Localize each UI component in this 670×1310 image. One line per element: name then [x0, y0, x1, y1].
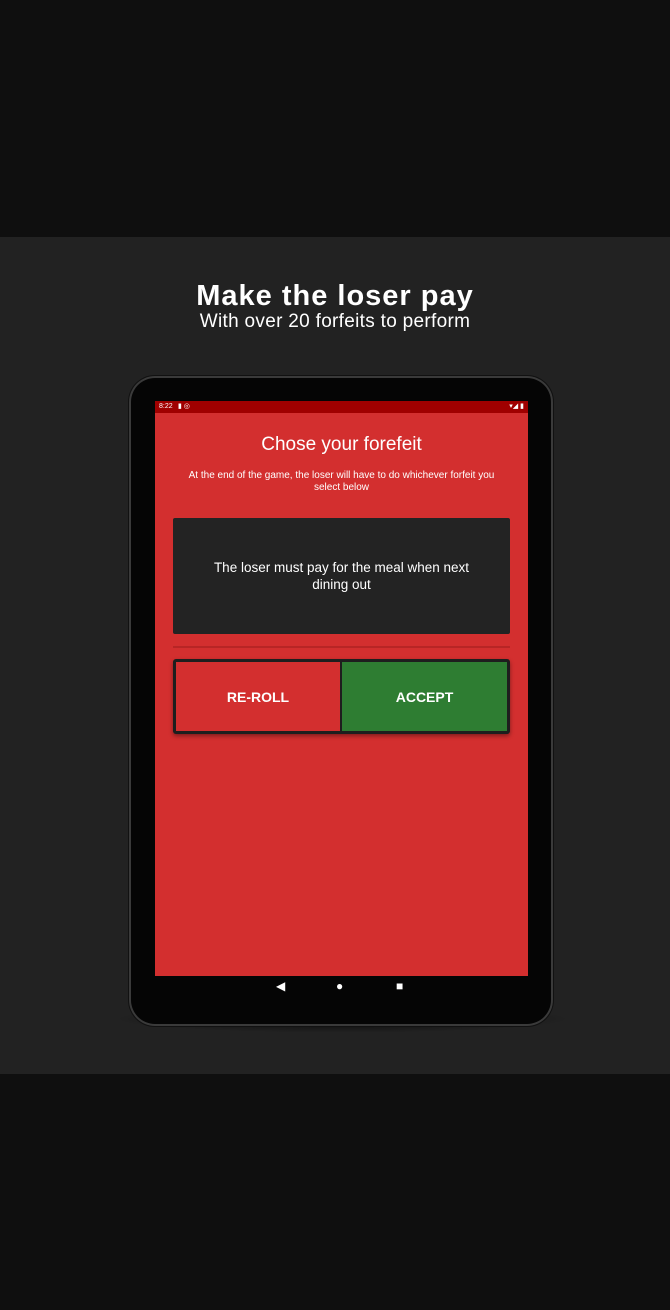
reroll-button[interactable]: RE-ROLL [176, 662, 340, 731]
forfeit-card: The loser must pay for the meal when nex… [173, 518, 510, 634]
status-bar: 8:22 ▮ ◎ ▾◢ ▮ [155, 401, 528, 413]
status-time: 8:22 [159, 403, 173, 410]
promo-headline: Make the loser pay [196, 280, 474, 312]
page-subtitle: At the end of the game, the loser will h… [188, 470, 495, 493]
divider [173, 646, 510, 648]
recent-apps-icon[interactable]: ■ [396, 979, 403, 993]
page-title: Chose your forefeit [261, 434, 422, 455]
app-screen: 8:22 ▮ ◎ ▾◢ ▮ Chose your forefeit At the… [155, 401, 528, 976]
back-icon[interactable]: ◀ [276, 979, 285, 993]
notification-icons: ▮ ◎ [178, 403, 190, 410]
action-buttons: RE-ROLL ACCEPT [173, 659, 510, 734]
home-icon[interactable]: ● [336, 979, 343, 993]
signal-battery-icons: ▾◢ ▮ [509, 403, 524, 410]
promo-subheadline: With over 20 forfeits to perform [199, 311, 471, 332]
forfeit-text: The loser must pay for the meal when nex… [213, 560, 470, 592]
accept-button[interactable]: ACCEPT [342, 662, 507, 731]
navigation-bar: ◀ ● ■ [155, 976, 528, 1000]
